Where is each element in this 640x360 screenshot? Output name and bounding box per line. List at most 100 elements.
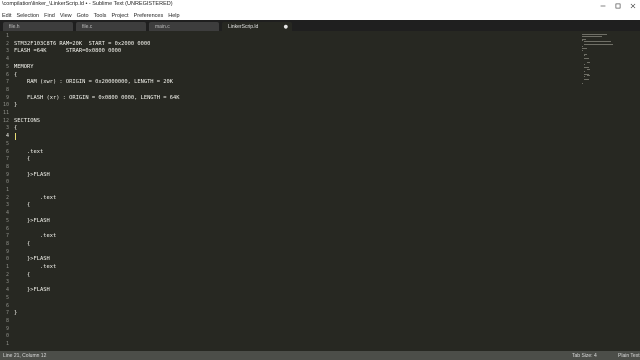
line-number: 4 [5,210,9,217]
minimap-line [586,69,590,71]
minimap[interactable] [582,33,632,93]
minimap-line [584,44,613,46]
code-line: }>FLASH [14,217,50,224]
menu-bar: Edit Selection Find View Goto Tools Proj… [0,11,640,20]
editor-area[interactable]: 1 2 3 4 5 6 7 8 9 10 11 12 3 4 5 6 7 8 9 0 1 2 3 4 5 6 7 8 9 0 1 2 3 4 5 6 7… [0,31,640,351]
line-number: 2 [5,40,9,47]
status-bar: Line 21, Column 12 Tab Size: 4 Plain Tex… [0,351,640,360]
code-line: }>FLASH [14,256,50,263]
tab-main-c[interactable]: main.c [149,22,219,31]
menu-help[interactable]: Help [168,13,179,19]
line-number: 7 [5,79,9,86]
minimize-icon[interactable] [595,0,610,11]
line-number: 7 [5,156,9,163]
maximize-icon[interactable] [610,0,625,11]
line-number: 3 [5,48,9,55]
line-number: 6 [5,148,9,155]
menu-tools[interactable]: Tools [94,13,107,19]
code-line: MEMORY [14,63,34,70]
minimap-line [582,45,583,47]
line-number: 8 [5,317,9,324]
minimap-line [582,35,602,37]
line-number: 0 [5,179,9,186]
line-number: 0 [5,256,9,263]
code-line: { [14,202,31,209]
minimap-line [584,55,585,57]
minimap-line [582,49,583,51]
menu-find[interactable]: Find [44,13,55,19]
tab-label: main.c [155,24,170,30]
window-controls [595,0,640,11]
code-line: FLASH =64K STRAR=0x0800 0000 [14,48,122,55]
menu-view[interactable]: View [60,13,72,19]
menu-project[interactable]: Project [111,13,128,19]
code-line: .text [14,233,57,240]
line-number: 6 [5,71,9,78]
minimap-line [584,76,585,78]
tab-file-c[interactable]: file.c [76,22,146,31]
minimap-line [582,83,583,85]
text-caret [14,133,16,141]
line-number: 6 [5,302,9,309]
line-number: 10 [2,102,9,109]
line-number: 9 [5,94,9,101]
tab-bar: file.h file.c main.c LinkerScrip.ld ● [0,20,640,31]
line-number: 9 [5,248,9,255]
code-line: { [14,71,18,78]
minimap-line [584,63,585,65]
line-number: 8 [5,86,9,93]
minimap-line [582,48,587,50]
line-number-gutter: 1 2 3 4 5 6 7 8 9 10 11 12 3 4 5 6 7 8 9 0 1 2 3 4 5 6 7 8 9 0 1 2 3 4 5 6 7… [0,31,11,351]
line-number: 7 [5,310,9,317]
minimap-line [584,66,589,68]
title-bar: \compilation\linker_\LinkerScrip.ld • - … [0,0,640,11]
menu-goto[interactable]: Goto [77,13,89,19]
minimap-line [584,79,589,81]
line-number: 3 [5,125,9,132]
line-number: 1 [5,341,9,347]
code-line: { [14,125,18,132]
code-line: }>FLASH [14,287,50,294]
tab-close-icon[interactable]: ● [284,24,288,30]
tab-label: LinkerScrip.ld [228,24,259,30]
code-line: STM32F103C8T6 RAM=20K START = 0x2000 000… [14,40,151,47]
line-number: 7 [5,233,9,240]
line-number: 5 [5,294,9,301]
line-number: 12 [2,117,9,124]
line-number: 4 [5,56,9,63]
line-number: 11 [2,110,9,116]
code-line: } [14,310,18,317]
line-number: 8 [5,240,9,247]
line-number: 6 [5,225,9,232]
window-title: \compilation\linker_\LinkerScrip.ld • - … [2,1,173,7]
minimap-line [584,41,612,43]
code-line: .text [14,264,57,270]
menu-selection[interactable]: Selection [16,13,39,19]
line-number: 5 [5,140,9,147]
minimap-line [586,62,590,64]
line-number: 4 [5,133,9,140]
line-number: 5 [5,63,9,70]
minimap-line [586,75,590,76]
line-number: 3 [5,279,9,286]
code-line: RAM (xwr) : ORIGIN = 0x20000000, LENGTH … [14,79,174,86]
minimap-line [584,70,585,72]
code-line: { [14,156,31,163]
line-number: 1 [5,264,9,270]
syntax-selector[interactable]: Plain Text [618,353,640,359]
menu-preferences[interactable]: Preferences [134,13,164,19]
close-icon[interactable] [625,0,640,11]
code-view[interactable]: STM32F103C8T6 RAM=20K START = 0x2000 000… [14,31,574,351]
tab-size-selector[interactable]: Tab Size: 4 [572,353,597,359]
menu-edit[interactable]: Edit [2,13,11,19]
minimap-line [582,40,583,41]
code-line: .text [14,148,44,155]
line-number: 4 [5,287,9,294]
tab-file-h[interactable]: file.h [3,22,73,31]
line-number: 1 [5,187,9,193]
code-line: } [14,102,18,109]
tab-linker-script[interactable]: LinkerScrip.ld ● [222,22,292,31]
cursor-position: Line 21, Column 12 [3,352,47,359]
code-line: SECTIONS [14,117,40,124]
line-number: 2 [5,194,9,201]
